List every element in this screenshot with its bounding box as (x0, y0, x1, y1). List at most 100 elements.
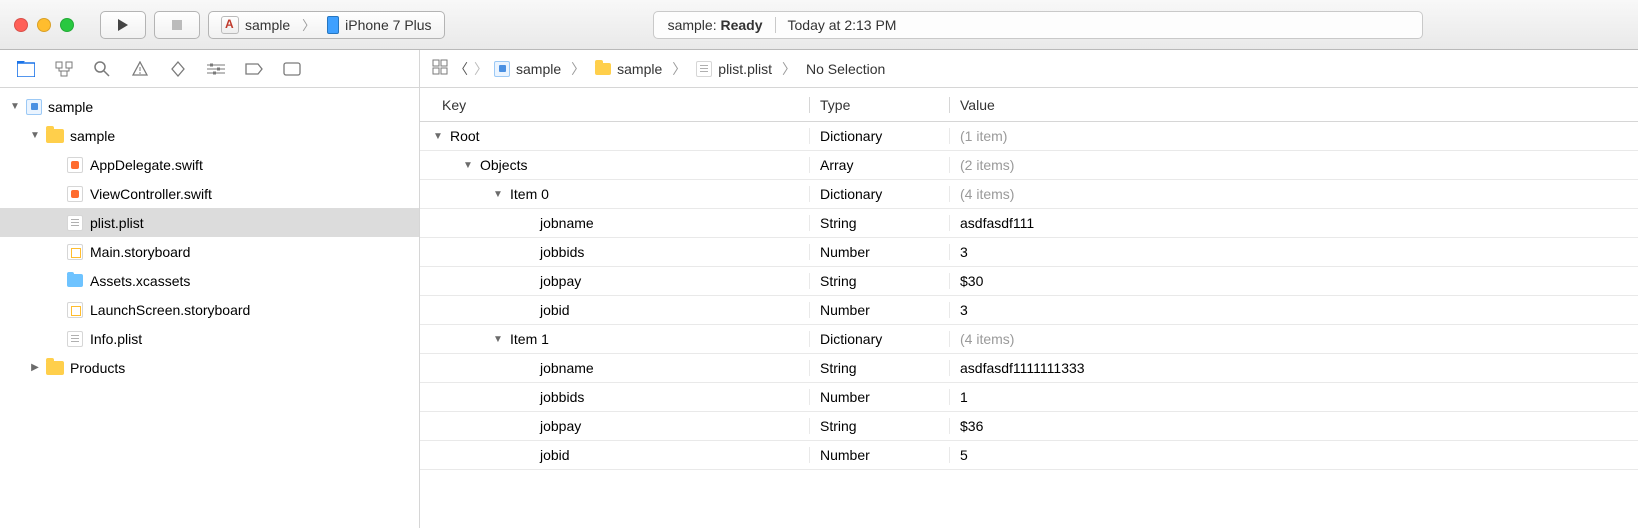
plist-value: (4 items) (950, 186, 1638, 202)
assets-file-icon (66, 272, 84, 290)
plist-row[interactable]: ▼RootDictionary(1 item) (420, 122, 1638, 151)
test-navigator-icon[interactable] (168, 59, 188, 79)
app-icon (221, 16, 239, 34)
issue-navigator-icon[interactable] (130, 59, 150, 79)
plist-type: Number (810, 244, 950, 260)
plist-key: jobname (534, 215, 594, 231)
toolbar: sample 〉 iPhone 7 Plus sample: Ready Tod… (0, 0, 1638, 50)
scheme-device[interactable]: iPhone 7 Plus (315, 12, 443, 38)
jumpbar-group-label: sample (617, 61, 662, 77)
plist-file-icon (66, 214, 84, 232)
tree-row-file[interactable]: plist.plist (0, 208, 419, 237)
plist-value: $36 (950, 418, 1638, 434)
jumpbar-project[interactable]: sample (494, 61, 561, 77)
breakpoint-navigator-icon[interactable] (244, 59, 264, 79)
device-icon (327, 16, 339, 34)
related-items-icon[interactable] (432, 59, 448, 78)
plist-key: jobpay (534, 273, 581, 289)
plist-row[interactable]: jobidNumber5 (420, 441, 1638, 470)
scheme-selector[interactable]: sample 〉 iPhone 7 Plus (208, 11, 445, 39)
minimize-window-button[interactable] (37, 18, 51, 32)
plist-value: $30 (950, 273, 1638, 289)
activity-time: Today at 2:13 PM (788, 17, 897, 33)
back-button[interactable]: 〈 (454, 59, 468, 79)
swift-file-icon (66, 156, 84, 174)
plist-value: 1 (950, 389, 1638, 405)
jumpbar-selection[interactable]: No Selection (806, 61, 885, 77)
column-header-key[interactable]: Key (420, 97, 810, 113)
plist-value: asdfasdf111 (950, 215, 1638, 231)
plist-row[interactable]: jobpayString$36 (420, 412, 1638, 441)
tree-label: LaunchScreen.storyboard (90, 302, 250, 318)
column-header-value[interactable]: Value (950, 97, 1638, 113)
disclosure-triangle-icon[interactable]: ▼ (10, 101, 20, 112)
tree-row-group[interactable]: ▼ sample (0, 121, 419, 150)
jumpbar-selection-label: No Selection (806, 61, 885, 77)
plist-row[interactable]: ▼Item 0Dictionary(4 items) (420, 180, 1638, 209)
find-navigator-icon[interactable] (92, 59, 112, 79)
window-controls (14, 18, 74, 32)
tree-row-file[interactable]: ViewController.swift (0, 179, 419, 208)
chevron-right-icon: 〉 (778, 59, 800, 79)
activity-viewer: sample: Ready Today at 2:13 PM (653, 11, 1423, 39)
project-navigator-tab-icon[interactable] (16, 59, 36, 79)
plist-type: Array (810, 157, 950, 173)
debug-navigator-icon[interactable] (206, 59, 226, 79)
activity-status: sample: Ready (668, 17, 763, 33)
report-navigator-icon[interactable] (282, 59, 302, 79)
close-window-button[interactable] (14, 18, 28, 32)
activity-divider (775, 17, 776, 33)
column-header-type[interactable]: Type (810, 97, 950, 113)
tree-row-file[interactable]: LaunchScreen.storyboard (0, 295, 419, 324)
plist-type: String (810, 273, 950, 289)
plist-value: 3 (950, 244, 1638, 260)
plist-row[interactable]: jobbidsNumber3 (420, 238, 1638, 267)
plist-value: asdfasdf1111111333 (950, 360, 1638, 376)
tree-row-products[interactable]: ▶ Products (0, 353, 419, 382)
tree-row-file[interactable]: AppDelegate.swift (0, 150, 419, 179)
project-navigator: ▼ sample ▼ sample AppDelegate.swift ViewC… (0, 88, 420, 528)
jumpbar-group[interactable]: sample (595, 61, 662, 77)
plist-editor: Key Type Value ▼RootDictionary(1 item)▼O… (420, 88, 1638, 528)
source-control-navigator-icon[interactable] (54, 59, 74, 79)
run-button[interactable] (100, 11, 146, 39)
plist-row[interactable]: jobpay String$30 (420, 267, 1638, 296)
jump-bar: 〈 〉 sample 〉 sample 〉 plist.plist 〉 No S… (420, 50, 1638, 87)
zoom-window-button[interactable] (60, 18, 74, 32)
tree-label: ViewController.swift (90, 186, 212, 202)
folder-icon (595, 63, 611, 75)
plist-row[interactable]: ▼Objects Array(2 items) (420, 151, 1638, 180)
disclosure-triangle-icon[interactable]: ▼ (462, 160, 474, 171)
disclosure-triangle-icon[interactable]: ▼ (492, 189, 504, 200)
tree-row-file[interactable]: Assets.xcassets (0, 266, 419, 295)
tree-label: sample (48, 99, 93, 115)
plist-file-icon (696, 61, 712, 77)
swift-file-icon (66, 185, 84, 203)
disclosure-triangle-icon[interactable]: ▼ (30, 130, 40, 141)
tree-row-project[interactable]: ▼ sample (0, 92, 419, 121)
plist-row[interactable]: ▼Item 1Dictionary(4 items) (420, 325, 1638, 354)
tree-label: Main.storyboard (90, 244, 190, 260)
stop-button[interactable] (154, 11, 200, 39)
forward-button[interactable]: 〉 (474, 59, 488, 79)
plist-row[interactable]: jobnameStringasdfasdf111 (420, 209, 1638, 238)
plist-value: 5 (950, 447, 1638, 463)
tree-row-file[interactable]: Info.plist (0, 324, 419, 353)
plist-value: (4 items) (950, 331, 1638, 347)
plist-row[interactable]: jobbidsNumber1 (420, 383, 1638, 412)
plist-type: String (810, 360, 950, 376)
disclosure-triangle-icon[interactable]: ▼ (492, 334, 504, 345)
disclosure-triangle-icon[interactable]: ▼ (432, 131, 444, 142)
disclosure-triangle-icon[interactable]: ▶ (30, 362, 40, 373)
plist-type: Dictionary (810, 186, 950, 202)
plist-row[interactable]: jobidNumber3 (420, 296, 1638, 325)
plist-key: jobpay (534, 418, 581, 434)
tree-row-file[interactable]: Main.storyboard (0, 237, 419, 266)
plist-type: Number (810, 447, 950, 463)
scheme-target[interactable]: sample (209, 12, 302, 38)
plist-row[interactable]: jobnameStringasdfasdf1111111333 (420, 354, 1638, 383)
plist-value: (2 items) (950, 157, 1638, 173)
tree-label: Assets.xcassets (90, 273, 190, 289)
jumpbar-file[interactable]: plist.plist (696, 61, 772, 77)
plist-key: Objects (474, 157, 527, 173)
